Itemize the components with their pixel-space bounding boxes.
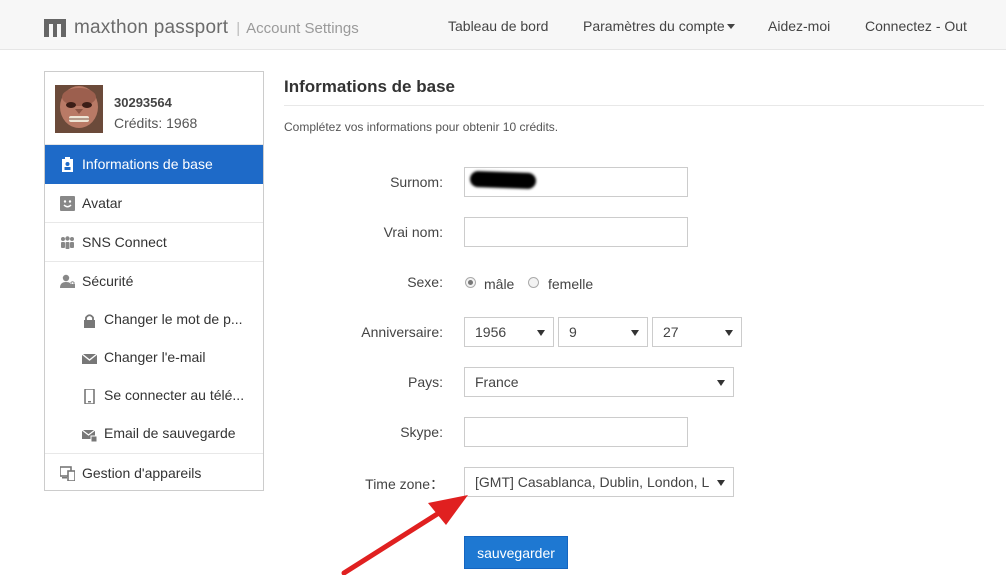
skype-label: Skype: (400, 424, 443, 440)
page-title: Informations de base (284, 77, 455, 96)
smiley-icon (60, 196, 75, 211)
realname-label: Vrai nom: (383, 224, 443, 240)
sidebar: 30293564 Crédits: 1968 Informations de b… (44, 71, 264, 491)
sidebar-subitem-change-email[interactable]: Changer l'e-mail (45, 339, 263, 377)
sidebar-subitem-label: Email de sauvegarde (104, 425, 236, 441)
nickname-label: Surnom: (390, 174, 443, 190)
avatar-image-icon (55, 85, 103, 133)
envelope-icon (82, 353, 97, 364)
timezone-select[interactable]: [GMT] Casablanca, Dublin, London, L (464, 467, 734, 497)
annotation-arrow-icon (341, 495, 468, 575)
save-button[interactable]: sauvegarder (464, 536, 568, 569)
envelope-backup-icon (82, 429, 97, 442)
nav-account-settings-label: Paramètres du compte (583, 18, 725, 34)
sidebar-item-label: Avatar (82, 195, 123, 211)
sidebar-subitem-label: Se connecter au télé... (104, 387, 245, 403)
dropdown-arrow-icon (717, 380, 725, 386)
dropdown-arrow-icon (717, 480, 725, 486)
user-lock-icon (60, 274, 75, 288)
sidebar-subitem-label: Changer l'e-mail (104, 349, 206, 365)
birth-year-select[interactable]: 1956 (464, 317, 554, 347)
sidebar-item-sns-connect[interactable]: SNS Connect (45, 223, 263, 262)
country-select[interactable]: France (464, 367, 734, 397)
timezone-value: [GMT] Casablanca, Dublin, London, L (475, 474, 710, 490)
gender-male-label: mâle (484, 276, 515, 292)
people-icon (61, 236, 74, 249)
security-submenu: Changer le mot de p... Changer l'e-mail … (45, 301, 263, 454)
nav-logout[interactable]: Connectez - Out (865, 18, 967, 34)
sidebar-subitem-change-password[interactable]: Changer le mot de p... (45, 301, 263, 339)
dropdown-arrow-icon (537, 330, 545, 336)
gender-female-radio[interactable] (528, 277, 539, 288)
brand-logo[interactable]: maxthon passport | Account Settings (44, 17, 359, 39)
nav-dashboard[interactable]: Tableau de bord (448, 18, 548, 34)
brand-name: maxthon passport (74, 17, 229, 38)
country-label: Pays: (407, 374, 443, 390)
lock-icon (84, 314, 95, 328)
dropdown-arrow-icon (631, 330, 639, 336)
sidebar-item-label: SNS Connect (82, 234, 167, 250)
birth-day-select[interactable]: 27 (652, 317, 742, 347)
realname-input[interactable] (464, 217, 688, 247)
title-divider (284, 105, 984, 106)
sidebar-subitem-label: Changer le mot de p... (104, 311, 243, 327)
sidebar-item-basic-info[interactable]: Informations de base (45, 145, 263, 184)
country-value: France (475, 374, 519, 390)
profile-card: 30293564 Crédits: 1968 (45, 72, 263, 145)
sidebar-item-label: Informations de base (82, 156, 213, 172)
gender-male-radio[interactable] (465, 277, 476, 288)
birthday-label: Anniversaire: (361, 324, 443, 340)
sidebar-item-devices[interactable]: Gestion d'appareils (45, 454, 263, 493)
sidebar-item-avatar[interactable]: Avatar (45, 184, 263, 223)
sidebar-subitem-phone-login[interactable]: Se connecter au télé... (45, 377, 263, 415)
sidebar-item-label: Gestion d'appareils (82, 465, 202, 481)
skype-input[interactable] (464, 417, 688, 447)
sidebar-item-label: Sécurité (82, 273, 134, 289)
sidebar-item-security[interactable]: Sécurité (45, 262, 263, 301)
maxthon-logo-icon (44, 19, 66, 37)
brand-separator: | (236, 19, 241, 37)
redaction-scribble (469, 170, 537, 190)
chevron-down-icon (726, 23, 735, 29)
dropdown-arrow-icon (725, 330, 733, 336)
gender-label: Sexe: (407, 274, 443, 290)
user-id: 30293564 (114, 95, 172, 110)
gender-female-label: femelle (548, 276, 594, 292)
top-bar: maxthon passport | Account Settings Tabl… (0, 0, 1006, 50)
credits-count: Crédits: 1968 (114, 115, 198, 131)
avatar[interactable] (55, 85, 103, 133)
birth-month-select[interactable]: 9 (558, 317, 648, 347)
devices-icon (60, 466, 75, 481)
brand-subtitle: Account Settings (246, 19, 359, 37)
intro-text: Complétez vos informations pour obtenir … (284, 120, 559, 134)
phone-icon (84, 389, 95, 404)
id-card-icon (62, 157, 73, 172)
nav-account-settings[interactable]: Paramètres du compte (583, 18, 735, 34)
nav-help[interactable]: Aidez-moi (768, 18, 830, 34)
sidebar-subitem-backup-email[interactable]: Email de sauvegarde (45, 415, 263, 453)
